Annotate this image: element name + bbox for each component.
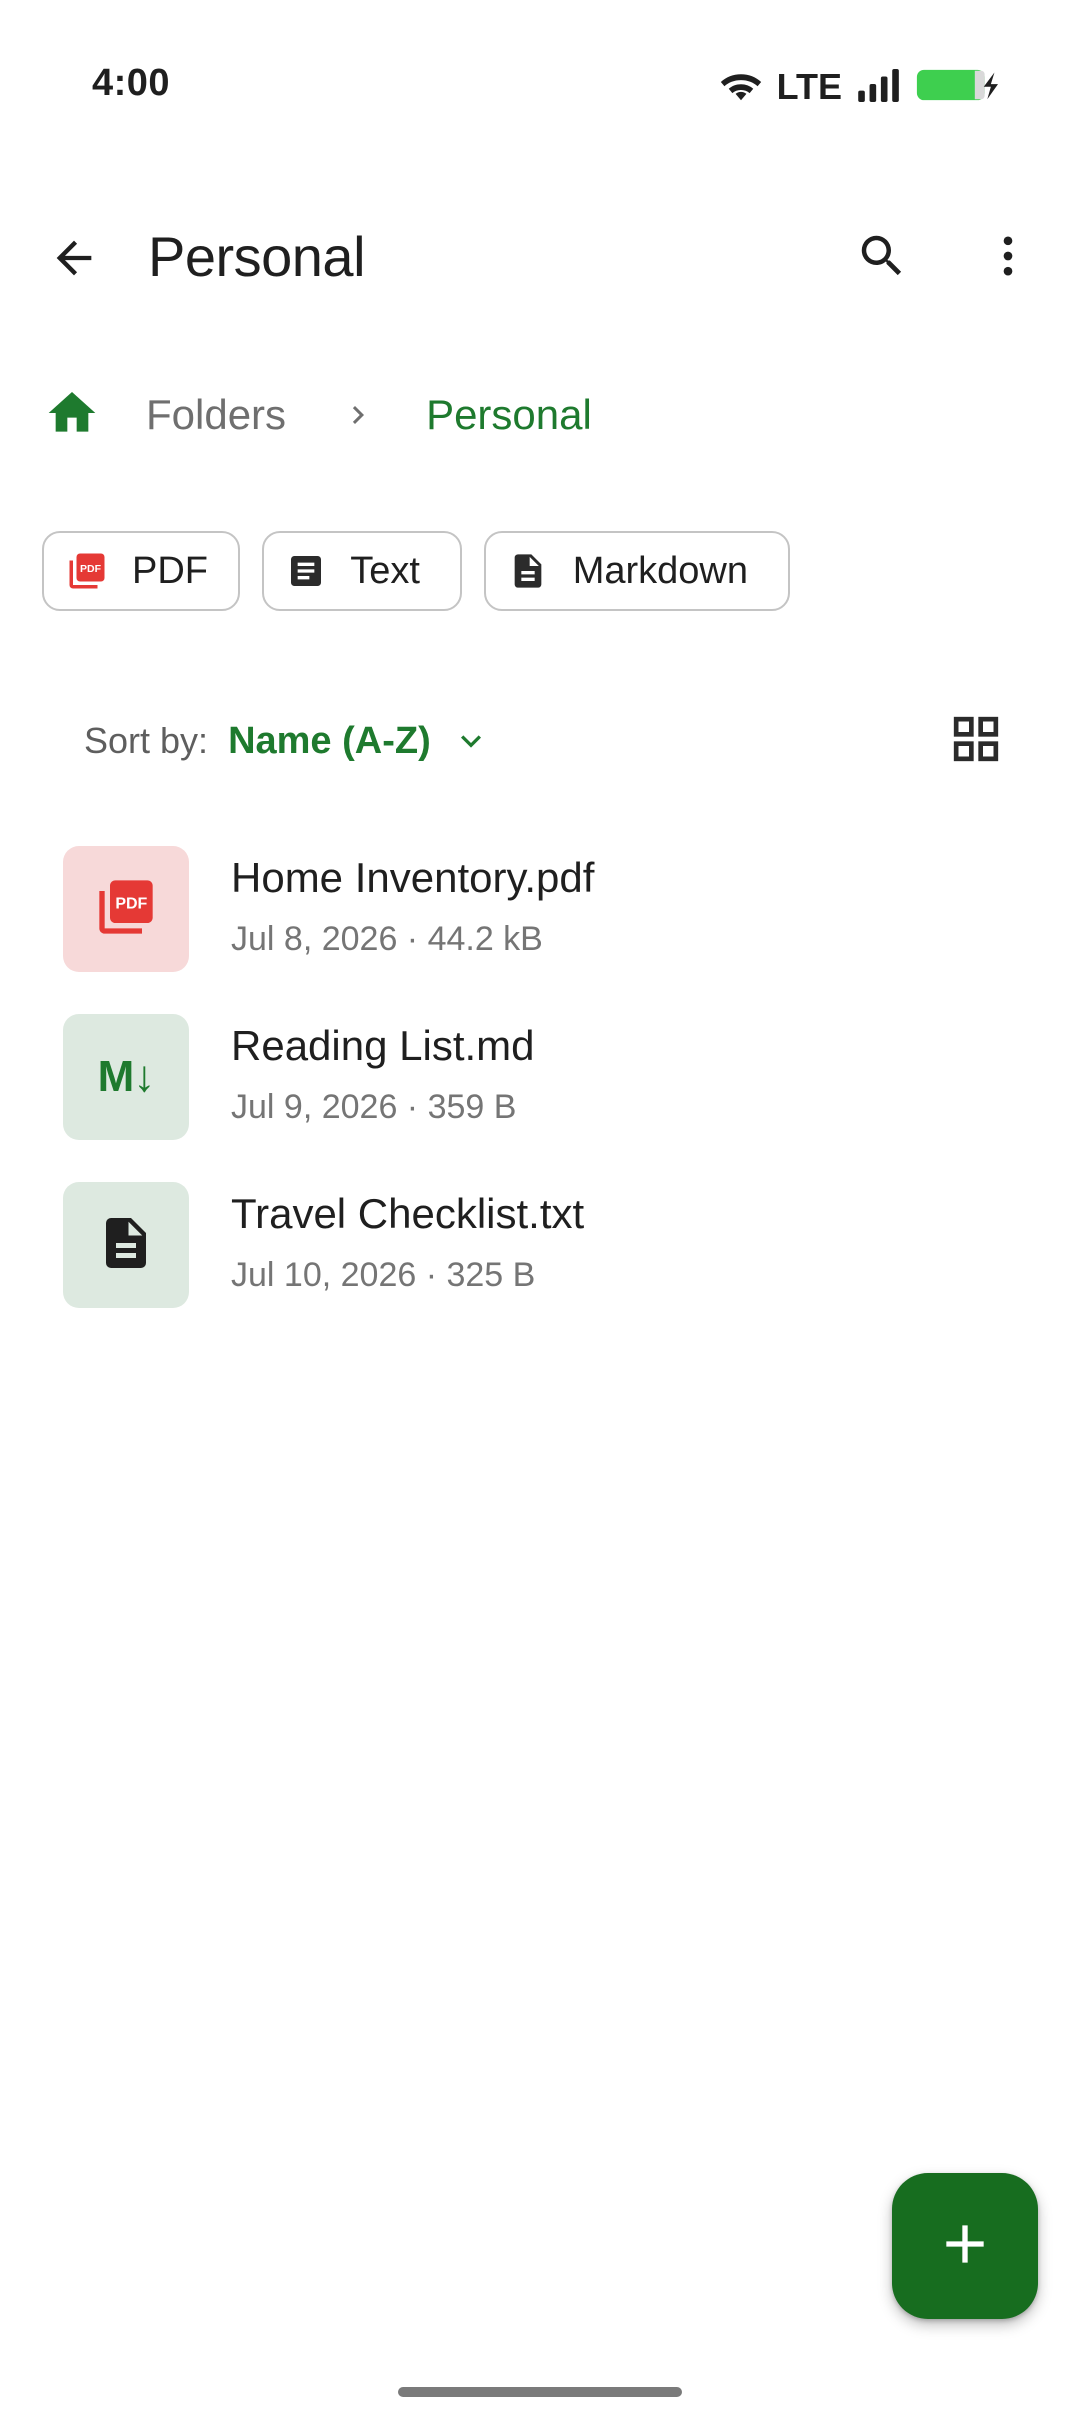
breadcrumb: Folders Personal	[40, 380, 592, 450]
sort-dropdown[interactable]: Name (A-Z)	[228, 720, 431, 763]
add-icon	[933, 2212, 997, 2281]
wifi-icon	[719, 67, 763, 108]
more-options-button[interactable]	[960, 210, 1056, 306]
svg-text:PDF: PDF	[115, 895, 147, 912]
status-time: 4:00	[92, 62, 171, 104]
chip-label: Markdown	[572, 549, 748, 592]
arrow-back-icon	[48, 232, 100, 289]
network-type: LTE	[776, 66, 842, 107]
file-list: PDF Home Inventory.pdf Jul 8, 2026 · 44.…	[0, 830, 1080, 1334]
search-button[interactable]	[834, 210, 930, 306]
file-row[interactable]: PDF Home Inventory.pdf Jul 8, 2026 · 44.…	[0, 830, 1080, 998]
file-thumbnail: PDF	[63, 846, 189, 972]
back-button[interactable]	[26, 212, 122, 308]
filter-chip-text[interactable]: Text	[262, 531, 462, 611]
file-document-icon	[508, 549, 549, 593]
app-bar: Personal	[0, 200, 1080, 320]
page-title: Personal	[148, 225, 366, 288]
file-name: Home Inventory.pdf	[231, 854, 595, 901]
home-icon	[44, 385, 100, 446]
file-row[interactable]: M↓ Reading List.md Jul 9, 2026 · 359 B	[0, 998, 1080, 1166]
filter-chip-markdown[interactable]: Markdown	[484, 531, 790, 611]
file-name: Travel Checklist.txt	[231, 1190, 585, 1237]
screen: 4:00 LTE Personal Folders Personal PDF P…	[0, 0, 1080, 2424]
more-vert-icon	[982, 230, 1034, 287]
signal-icon	[856, 68, 902, 107]
chip-label: Text	[350, 549, 420, 592]
chip-label: PDF	[132, 549, 208, 592]
sort-caption: Sort by:	[84, 720, 209, 761]
markdown-icon: M↓	[97, 1052, 156, 1101]
pdf-icon: PDF	[66, 549, 108, 593]
add-file-button[interactable]	[892, 2173, 1038, 2319]
filter-chip-pdf[interactable]: PDF PDF	[42, 531, 240, 611]
navigation-handle[interactable]	[398, 2387, 682, 2397]
sort-row: Sort by: Name (A-Z)	[84, 708, 491, 774]
text-document-icon	[286, 549, 326, 593]
pdf-icon: PDF	[94, 875, 158, 944]
file-meta: Jul 9, 2026 · 359 B	[231, 1088, 517, 1126]
file-thumbnail	[63, 1182, 189, 1308]
grid-view-toggle[interactable]	[940, 705, 1012, 777]
file-meta: Jul 10, 2026 · 325 B	[231, 1256, 536, 1294]
search-icon	[855, 229, 909, 288]
status-icons: LTE	[719, 62, 998, 112]
text-document-icon	[96, 1213, 156, 1278]
grid-view-icon	[948, 711, 1004, 772]
breadcrumb-home[interactable]	[40, 383, 104, 447]
chevron-down-icon[interactable]	[451, 721, 491, 761]
chevron-right-icon	[340, 385, 376, 445]
battery-charging-icon	[916, 67, 998, 108]
svg-text:PDF: PDF	[80, 563, 102, 575]
filter-chips: PDF PDF Text Markdown	[42, 531, 790, 615]
breadcrumb-folders[interactable]: Folders	[146, 391, 286, 439]
file-name: Reading List.md	[231, 1022, 535, 1069]
file-meta: Jul 8, 2026 · 44.2 kB	[231, 920, 543, 958]
file-row[interactable]: Travel Checklist.txt Jul 10, 2026 · 325 …	[0, 1166, 1080, 1334]
breadcrumb-current: Personal	[426, 391, 592, 438]
status-bar: 4:00 LTE	[0, 0, 1080, 170]
file-thumbnail: M↓	[63, 1014, 189, 1140]
